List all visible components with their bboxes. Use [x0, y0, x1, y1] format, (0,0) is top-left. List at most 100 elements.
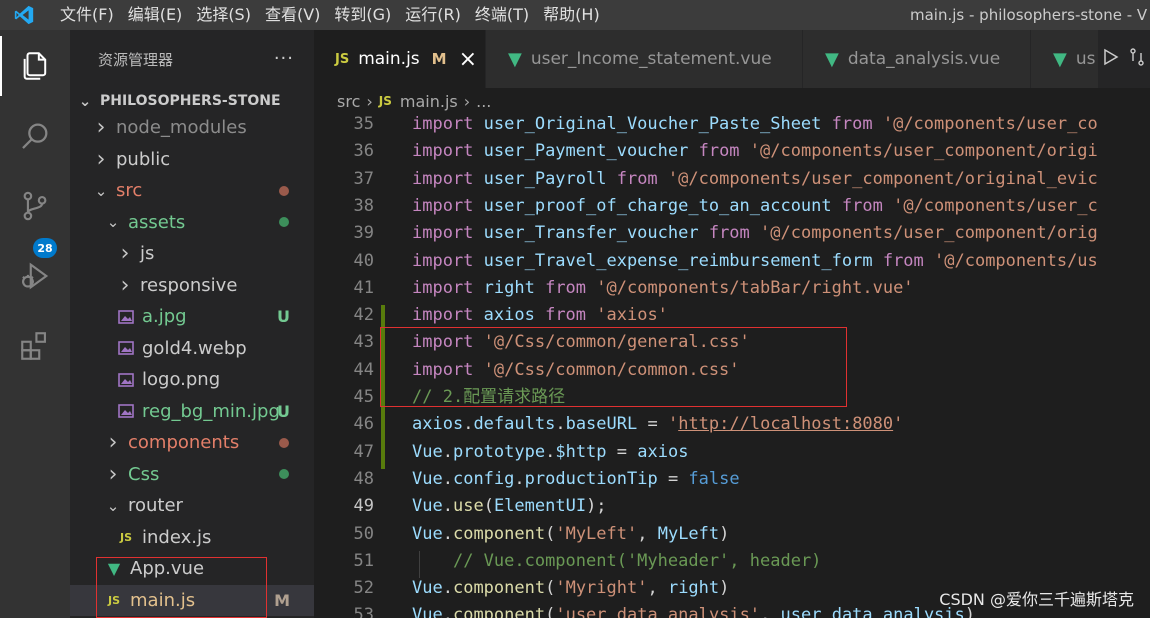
tab-main-js[interactable]: JS main.js M × — [314, 30, 486, 88]
tree-item-label: js — [140, 243, 155, 264]
line-number: 35 — [353, 114, 374, 134]
code-token: ( — [545, 578, 556, 599]
chevron-down-icon: ⌄ — [106, 213, 120, 231]
code-token: . — [442, 523, 453, 544]
tree-item-label: public — [116, 148, 171, 170]
tree-item-logo-png[interactable]: logo.png — [70, 364, 314, 395]
code-text: import user_proof_of_charge_to_an_accoun… — [412, 196, 1098, 216]
code-token: from — [708, 223, 761, 244]
code-token: productionTip — [524, 468, 658, 489]
tree-item-label: reg_bg_min.jpg — [142, 400, 280, 422]
git-gutter-added — [381, 414, 385, 442]
menu-selection[interactable]: 选择(S) — [189, 0, 258, 30]
tab-user-income-statement[interactable]: ▼ user_Income_statement.vue — [486, 30, 803, 88]
menu-run[interactable]: 运行(R) — [398, 0, 468, 30]
code-token: . — [442, 468, 453, 489]
code-line: 47 Vue.prototype.$http = axios — [314, 441, 1150, 469]
menu-edit[interactable]: 编辑(E) — [121, 0, 190, 30]
menu-terminal[interactable]: 终端(T) — [468, 0, 536, 30]
code-token: from — [831, 114, 883, 134]
code-token: import — [412, 223, 484, 244]
tab-data-analysis[interactable]: ▼ data_analysis.vue — [803, 30, 1031, 88]
source-control-icon[interactable] — [0, 176, 70, 236]
code-token: . — [463, 414, 474, 435]
tree-item-public[interactable]: › public — [70, 144, 314, 175]
tree-item-responsive[interactable]: › responsive — [70, 270, 314, 301]
code-text: import axios from 'axios' — [412, 305, 668, 325]
code-text: Vue.use(ElementUI); — [412, 496, 607, 516]
git-status-letter: U — [277, 307, 290, 326]
code-token: config — [452, 468, 515, 489]
extensions-icon[interactable] — [0, 316, 70, 376]
tree-item-node-modules[interactable]: › node_modules — [70, 112, 314, 143]
breadcrumb-file[interactable]: main.js — [400, 92, 458, 111]
close-icon[interactable]: × — [459, 47, 477, 72]
js-file-icon: JS — [378, 94, 392, 108]
explorer-more-icon[interactable]: ··· — [274, 48, 294, 69]
chevron-right-icon: › — [96, 146, 106, 172]
code-token: import — [412, 277, 484, 298]
run-icon[interactable] — [1103, 48, 1119, 70]
project-root[interactable]: ⌄ PHILOSOPHERS-STONE — [70, 88, 314, 114]
chevron-right-icon: › — [463, 91, 471, 111]
code-text: Vue.config.productionTip = false — [412, 469, 740, 489]
chevron-down-icon: ⌄ — [78, 92, 92, 110]
tree-item-label: assets — [128, 211, 186, 233]
line-number: 45 — [353, 387, 374, 407]
menu-view[interactable]: 查看(V) — [258, 0, 327, 30]
run-debug-icon[interactable] — [0, 246, 70, 306]
line-number: 36 — [353, 141, 374, 162]
vue-file-icon: ▼ — [508, 48, 522, 70]
tree-item-reg-bg-min-jpg[interactable]: reg_bg_min.jpg U — [70, 396, 314, 427]
code-token: import — [412, 250, 484, 271]
code-token: defaults — [473, 414, 556, 435]
code-token: ' — [893, 414, 904, 435]
code-text: import user_Payment_voucher from '@/comp… — [412, 141, 1098, 161]
code-token: ( — [483, 496, 494, 517]
tree-item-js[interactable]: › js — [70, 238, 314, 269]
explorer-icon[interactable] — [0, 36, 70, 96]
code-text: import user_Travel_expense_reimbursement… — [412, 251, 1098, 271]
activity-bar: 28 — [0, 30, 70, 618]
tree-item-assets[interactable]: ⌄ assets — [70, 207, 314, 238]
tree-item-components[interactable]: › components — [70, 427, 314, 458]
tree-item-router[interactable]: ⌄ router — [70, 490, 314, 521]
code-token: $http — [555, 441, 607, 462]
git-gutter-added — [381, 441, 385, 469]
tab-label: data_analysis.vue — [847, 49, 1001, 69]
title-bar: 文件(F) 编辑(E) 选择(S) 查看(V) 转到(G) 运行(R) 终端(T… — [0, 0, 1150, 30]
search-icon[interactable] — [0, 106, 70, 166]
menu-file[interactable]: 文件(F) — [48, 0, 121, 30]
code-token: , — [647, 578, 668, 599]
code-editor[interactable]: 35 import user_Original_Voucher_Paste_She… — [314, 114, 1150, 618]
tree-item-a-jpg[interactable]: a.jpg U — [70, 301, 314, 332]
code-token: '@/components/user_component/orig — [760, 223, 1098, 244]
tab-us[interactable]: ▼ us — [1031, 30, 1106, 88]
tree-item-index-js[interactable]: JS index.js — [70, 522, 314, 553]
tree-item-src[interactable]: ⌄ src — [70, 175, 314, 206]
code-token: Vue — [412, 496, 443, 517]
vue-file-icon: ▼ — [1053, 48, 1067, 70]
menu-help[interactable]: 帮助(H) — [536, 0, 607, 30]
explorer-sidebar: 资源管理器 ··· ⌄ PHILOSOPHERS-STONE › node_mod… — [70, 30, 314, 618]
menu-go[interactable]: 转到(G) — [327, 0, 398, 30]
tree-item-css[interactable]: › Css — [70, 459, 314, 490]
code-line: 37 import user_Payroll from '@/components… — [314, 169, 1150, 196]
line-number: 50 — [353, 523, 374, 544]
tree-item-gold4-webp[interactable]: gold4.webp — [70, 333, 314, 364]
code-text: // Vue.component('Myheader', header) — [412, 551, 821, 571]
tab-modified-status: M — [431, 50, 447, 68]
code-token[interactable]: http://localhost:8080 — [678, 414, 893, 434]
chevron-right-icon: › — [366, 91, 373, 111]
code-token: prototype — [452, 441, 546, 462]
breadcrumb-src[interactable]: src — [337, 92, 360, 111]
tree-item-label: components — [128, 432, 240, 453]
code-text: Vue.component('user_data_analysis', user… — [412, 605, 975, 618]
breadcrumb-symbol[interactable]: ... — [476, 92, 491, 111]
chevron-right-icon: › — [108, 461, 118, 487]
code-token: component — [452, 578, 546, 599]
code-token: user_Travel_expense_reimbursement_form — [483, 250, 883, 271]
compare-changes-icon[interactable] — [1129, 47, 1145, 71]
tree-item-label: src — [116, 180, 143, 201]
chevron-down-icon: ⌄ — [106, 496, 120, 515]
